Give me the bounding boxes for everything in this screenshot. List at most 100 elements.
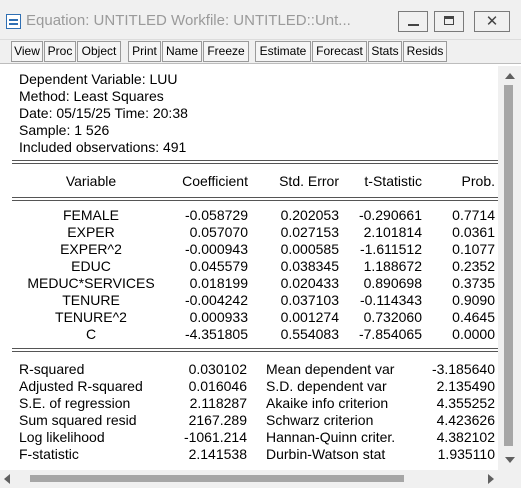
stat-value: 0.030102 — [188, 361, 247, 377]
row-variable: EDUC — [71, 258, 111, 274]
stat-value: 2167.289 — [188, 412, 247, 428]
row-std-error: 0.037103 — [280, 292, 339, 308]
stat-value: -3.185640 — [431, 361, 495, 377]
row-coefficient: -0.058729 — [184, 207, 248, 223]
scroll-up-icon[interactable] — [505, 73, 515, 79]
row-coefficient: -0.000943 — [184, 241, 248, 257]
column-header-prob: Prob. — [461, 173, 495, 189]
row-prob: 0.4645 — [452, 309, 495, 325]
stat-value: 4.423626 — [436, 412, 495, 428]
row-variable: FEMALE — [62, 207, 119, 223]
minimize-button[interactable] — [398, 11, 428, 32]
row-t-statistic: -0.290661 — [358, 207, 422, 223]
scroll-right-icon[interactable] — [488, 474, 494, 484]
dependent-variable-line: Dependent Variable: LUU — [19, 71, 178, 87]
scroll-left-icon[interactable] — [4, 474, 10, 484]
regression-output: Dependent Variable: LUU Method: Least Sq… — [7, 66, 498, 470]
estimate-button[interactable]: Estimate — [255, 41, 311, 62]
maximize-icon — [444, 16, 454, 25]
row-t-statistic: -0.114343 — [359, 292, 422, 308]
resids-button[interactable]: Resids — [403, 41, 447, 62]
row-std-error: 0.020433 — [280, 275, 339, 291]
view-button[interactable]: View — [11, 41, 43, 62]
column-header-std-error: Std. Error — [279, 173, 339, 189]
row-prob: 0.9090 — [452, 292, 495, 308]
divider — [12, 351, 498, 352]
stats-button[interactable]: Stats — [368, 41, 402, 62]
row-variable: EXPER — [67, 224, 115, 240]
close-icon: ✕ — [485, 13, 499, 30]
stat-label: R-squared — [19, 361, 85, 377]
row-coefficient: 0.045579 — [189, 258, 248, 274]
column-header-coefficient: Coefficient — [182, 173, 248, 189]
row-variable: TENURE^2 — [55, 309, 127, 325]
stat-value: 0.016046 — [188, 378, 247, 394]
row-variable: C — [85, 326, 97, 342]
row-t-statistic: -7.854065 — [358, 326, 422, 342]
column-header-variable: Variable — [65, 173, 117, 189]
divider — [12, 348, 498, 349]
observations-line: Included observations: 491 — [19, 139, 187, 155]
row-std-error: 0.001274 — [280, 309, 339, 325]
row-variable: MEDUC*SERVICES — [27, 275, 155, 291]
stat-value: 2.135490 — [436, 378, 495, 394]
stat-label: Durbin-Watson stat — [266, 446, 386, 462]
stat-value: 4.355252 — [436, 395, 495, 411]
row-std-error: 0.027153 — [280, 224, 339, 240]
row-prob: 0.3735 — [452, 275, 495, 291]
window-title: Equation: UNTITLED Workfile: UNTITLED::U… — [26, 12, 351, 29]
row-std-error: 0.202053 — [280, 207, 339, 223]
row-coefficient: -0.004242 — [184, 292, 248, 308]
stat-label: Adjusted R-squared — [19, 378, 143, 394]
row-coefficient: -4.351805 — [184, 326, 248, 342]
row-variable: EXPER^2 — [60, 241, 122, 257]
horizontal-scroll-thumb[interactable] — [30, 475, 404, 482]
row-prob: 0.7714 — [452, 207, 495, 223]
scrollbar-corner — [498, 470, 521, 488]
divider — [12, 200, 498, 201]
row-prob: 0.1077 — [452, 241, 495, 257]
stat-label: Sum squared resid — [19, 412, 137, 428]
stat-label: Hannan-Quinn criter. — [266, 429, 396, 445]
maximize-button[interactable] — [434, 11, 464, 32]
vertical-scroll-thumb[interactable] — [504, 85, 513, 446]
vertical-scrollbar[interactable] — [498, 66, 521, 470]
stat-label: Mean dependent var — [266, 361, 395, 377]
sample-line: Sample: 1 526 — [19, 122, 110, 138]
equation-window-icon[interactable] — [6, 14, 21, 29]
row-std-error: 0.000585 — [280, 241, 339, 257]
divider — [12, 197, 498, 198]
row-prob: 0.2352 — [452, 258, 495, 274]
row-t-statistic: 2.101814 — [363, 224, 422, 240]
stat-label: S.E. of regression — [19, 395, 131, 411]
stat-label: Log likelihood — [19, 429, 105, 445]
divider — [12, 163, 498, 164]
title-bar: Equation: UNTITLED Workfile: UNTITLED::U… — [0, 0, 521, 40]
row-std-error: 0.038345 — [280, 258, 339, 274]
stat-value: 4.382102 — [436, 429, 495, 445]
horizontal-scrollbar[interactable] — [0, 470, 498, 488]
name-button[interactable]: Name — [162, 41, 202, 62]
close-button[interactable]: ✕ — [474, 11, 510, 32]
row-prob: 0.0361 — [452, 224, 495, 240]
stat-value: 2.141538 — [188, 446, 247, 462]
row-prob: 0.0000 — [452, 326, 495, 342]
date-time-line: Date: 05/15/25 Time: 20:38 — [19, 105, 188, 121]
object-button[interactable]: Object — [77, 41, 121, 62]
forecast-button[interactable]: Forecast — [312, 41, 367, 62]
row-coefficient: 0.000933 — [189, 309, 248, 325]
stat-value: 2.118287 — [189, 395, 247, 411]
scroll-down-icon[interactable] — [505, 457, 515, 463]
row-coefficient: 0.057070 — [189, 224, 248, 240]
row-coefficient: 0.018199 — [189, 275, 248, 291]
stat-label: Akaike info criterion — [266, 395, 389, 411]
stat-label: S.D. dependent var — [266, 378, 387, 394]
print-button[interactable]: Print — [128, 41, 161, 62]
row-variable: TENURE — [62, 292, 120, 308]
column-header-t-statistic: t-Statistic — [364, 173, 422, 189]
proc-button[interactable]: Proc — [44, 41, 76, 62]
row-t-statistic: -1.611512 — [359, 241, 422, 257]
freeze-button[interactable]: Freeze — [203, 41, 249, 62]
stat-value: -1061.214 — [183, 429, 247, 445]
stat-label: F-statistic — [19, 446, 79, 462]
